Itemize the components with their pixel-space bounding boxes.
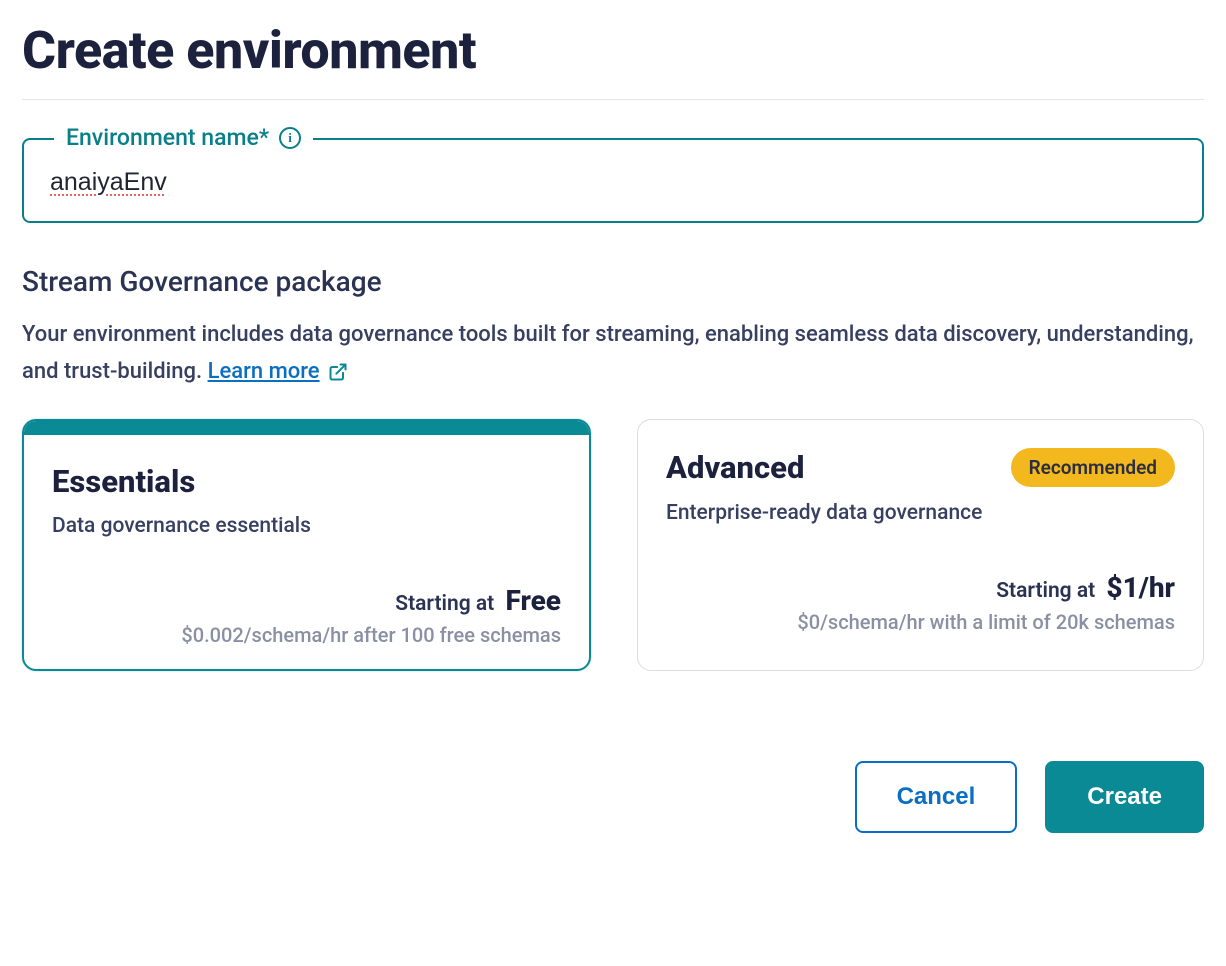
package-card-essentials[interactable]: Essentials Data governance essentials St… (22, 419, 591, 671)
title-divider (22, 99, 1204, 100)
page-title: Create environment (22, 20, 1204, 81)
price-value: $1/hr (1106, 571, 1175, 604)
package-price: Starting at $1/hr (666, 571, 1175, 604)
action-bar: Cancel Create (22, 761, 1204, 833)
package-title: Essentials (52, 463, 195, 500)
environment-name-input[interactable] (50, 168, 1176, 197)
package-subtitle: Enterprise-ready data governance (666, 501, 1175, 525)
package-cards: Essentials Data governance essentials St… (22, 419, 1204, 671)
create-button[interactable]: Create (1045, 761, 1204, 833)
recommended-badge: Recommended (1011, 448, 1175, 487)
cancel-button[interactable]: Cancel (855, 761, 1018, 833)
environment-name-label-text: Environment name* (66, 124, 269, 151)
environment-name-field[interactable]: Environment name* i (22, 138, 1204, 223)
learn-more-text: Learn more (208, 353, 320, 390)
learn-more-link[interactable]: Learn more (208, 353, 348, 390)
governance-section-title: Stream Governance package (22, 265, 1204, 298)
package-title: Advanced (666, 449, 804, 486)
external-link-icon (328, 362, 348, 382)
info-icon[interactable]: i (279, 127, 301, 149)
price-prefix: Starting at (996, 579, 1095, 603)
package-card-advanced[interactable]: Advanced Recommended Enterprise-ready da… (637, 419, 1204, 671)
package-subtitle: Data governance essentials (52, 514, 561, 538)
price-prefix: Starting at (395, 592, 494, 616)
package-note: $0.002/schema/hr after 100 free schemas (52, 623, 561, 647)
governance-description-text: Your environment includes data governanc… (22, 322, 1194, 384)
package-note: $0/schema/hr with a limit of 20k schemas (666, 610, 1175, 634)
governance-description: Your environment includes data governanc… (22, 316, 1204, 391)
price-value: Free (505, 584, 561, 617)
package-price: Starting at Free (52, 584, 561, 617)
environment-name-label: Environment name* i (54, 124, 313, 151)
